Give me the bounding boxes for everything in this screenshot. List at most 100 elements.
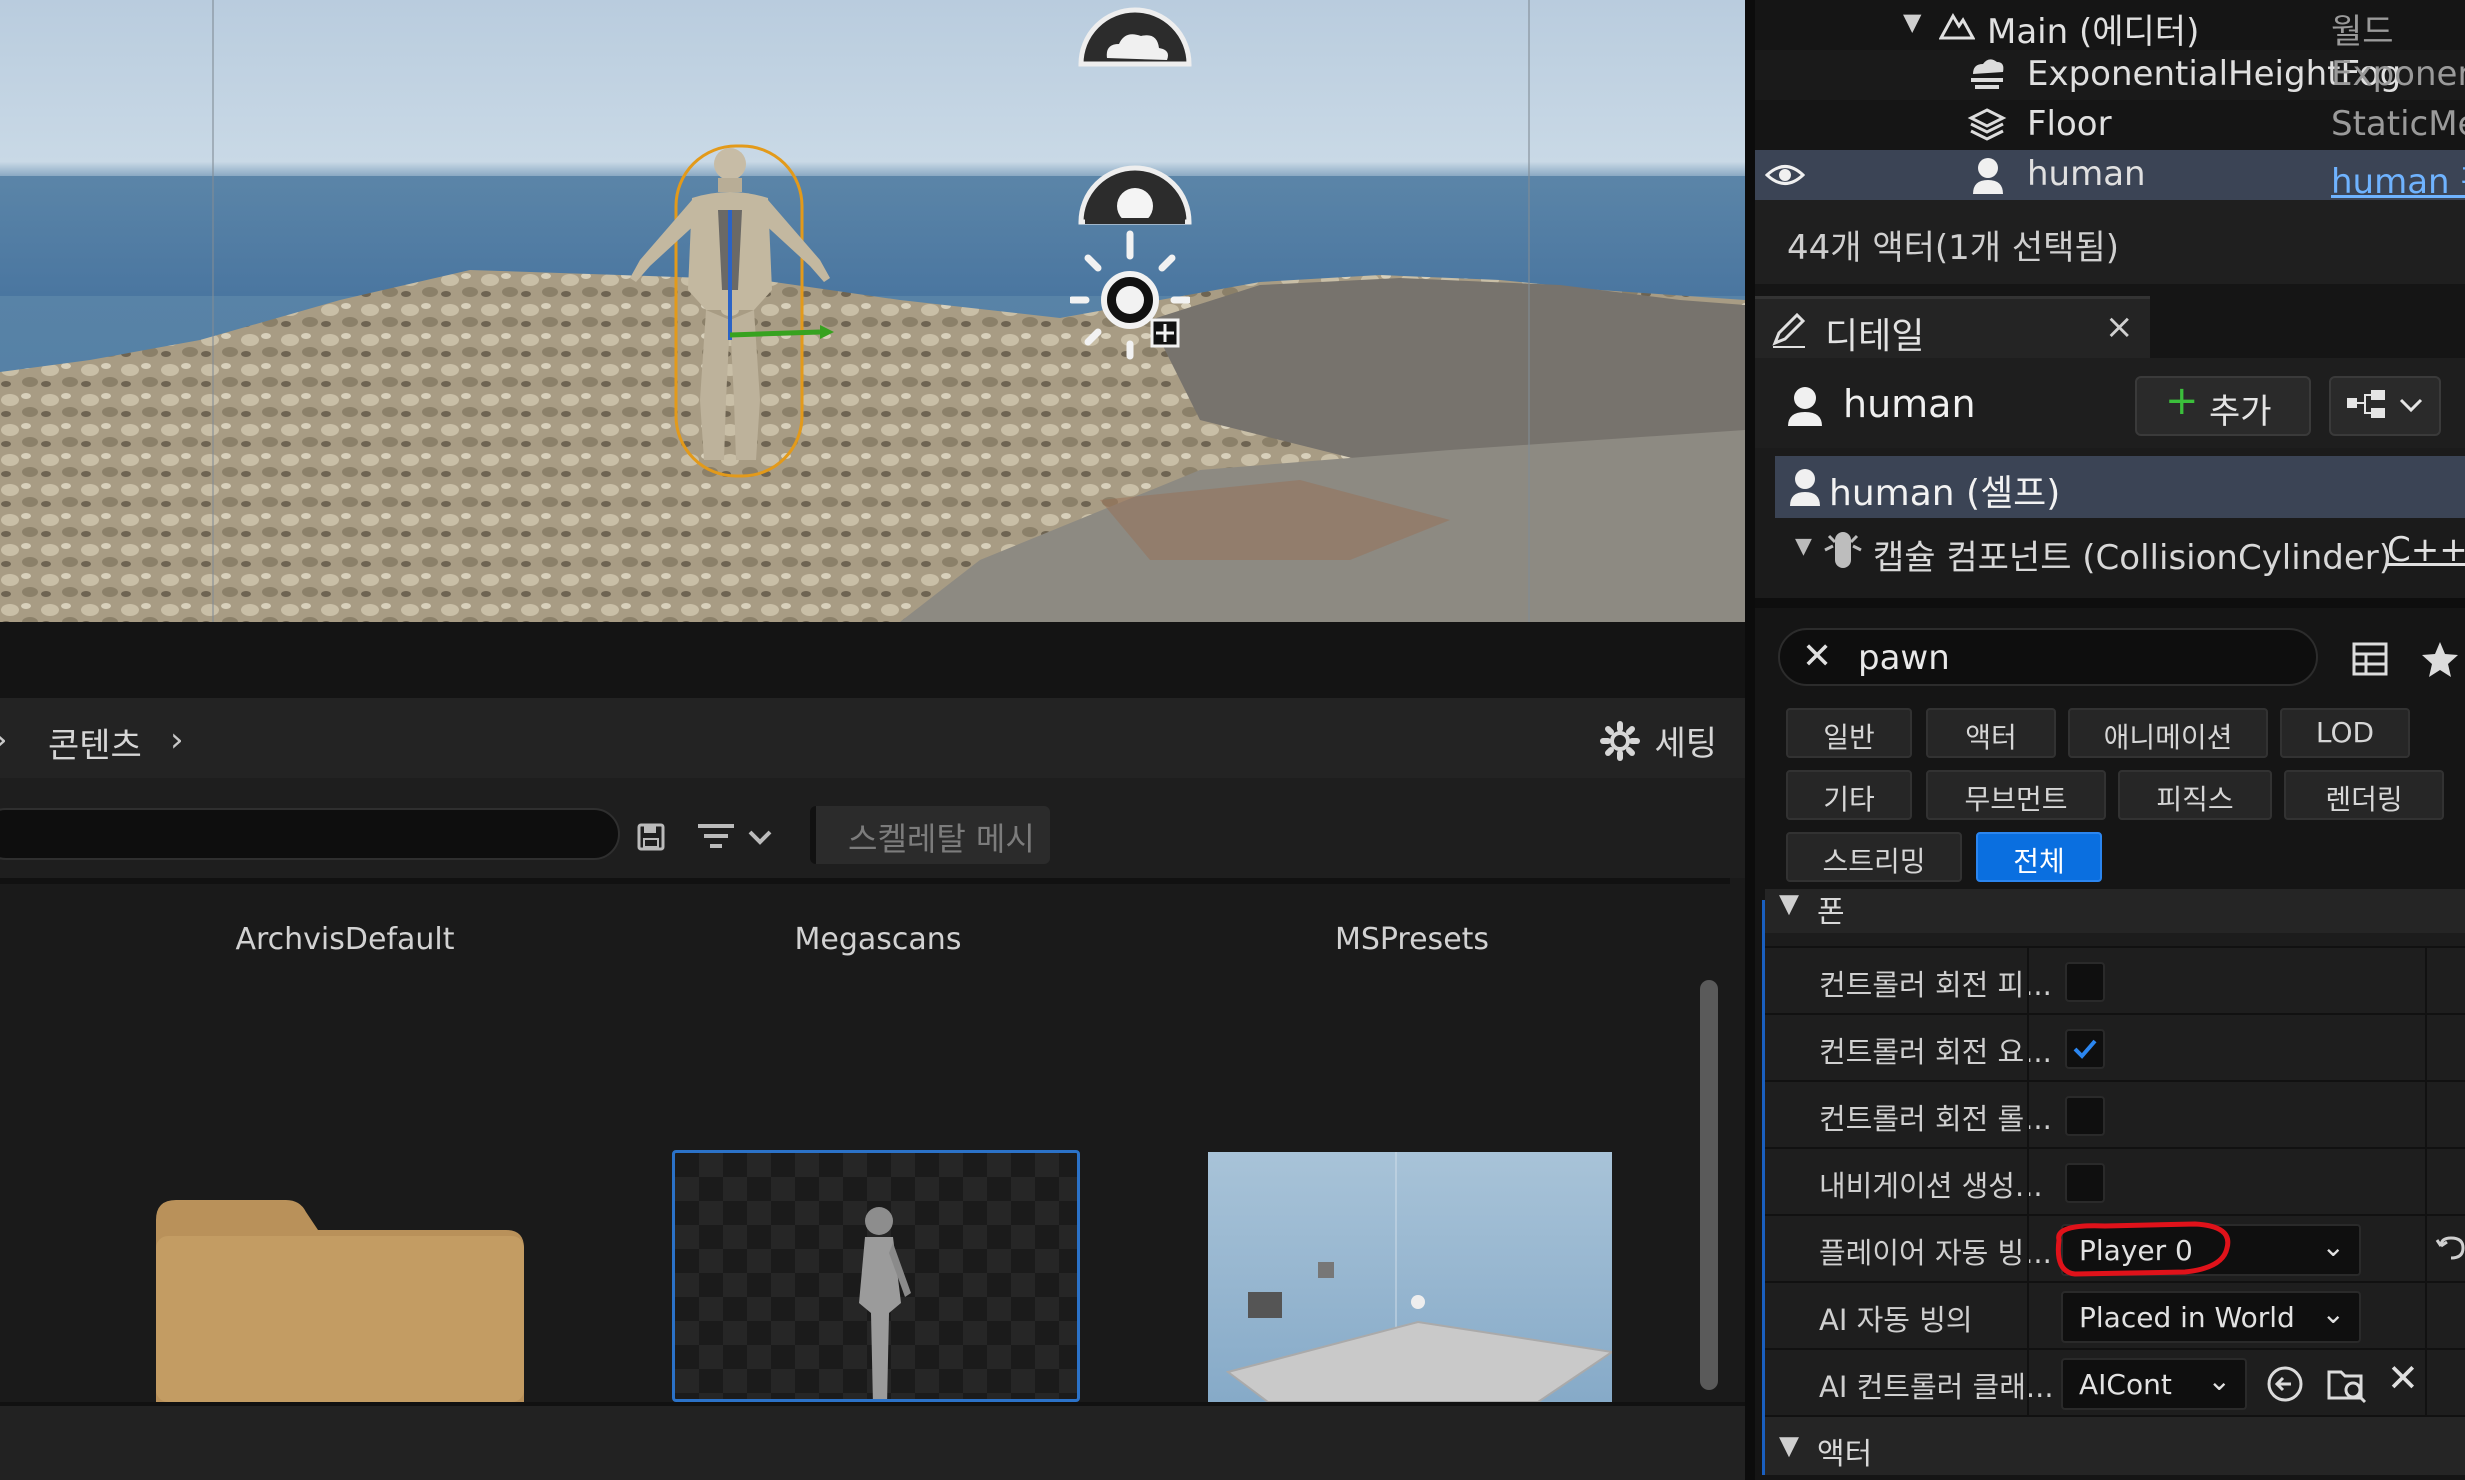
prop-label: 플레이어 자동 빙...: [1819, 1236, 2052, 1270]
grid-line: [212, 0, 214, 622]
auto-possess-ai-dropdown[interactable]: Placed in World ⌄: [2061, 1291, 2361, 1343]
outliner-type: 월드: [2331, 12, 2394, 52]
settings-button[interactable]: 세팅: [1600, 716, 1717, 765]
plus-icon: +: [2165, 378, 2199, 424]
highlight-annotation: [2055, 1221, 2231, 1277]
static-mesh-icon: [1967, 108, 2007, 141]
mspresets-thumbnail[interactable]: [1208, 1152, 1612, 1402]
component-self-label: human (셀프): [1829, 473, 2061, 514]
save-icon[interactable]: [636, 822, 666, 852]
human-actor[interactable]: [620, 140, 860, 480]
chevron-down-icon: ⌄: [2207, 1364, 2231, 1397]
capsule-type-link[interactable]: C++: [2387, 530, 2465, 570]
asset-label: Megascans: [794, 922, 962, 957]
clear-icon[interactable]: ✕: [2387, 1356, 2419, 1400]
details-tab[interactable]: 디테일 ×: [1755, 296, 2150, 358]
component-capsule[interactable]: ▼ 캡슐 컴포넌트 (CollisionCylinder) C++: [1795, 524, 2465, 580]
section-pawn[interactable]: ▼ 폰: [1765, 889, 2465, 933]
dropdown-value: Placed in World: [2079, 1301, 2295, 1334]
checkbox[interactable]: [2065, 1096, 2105, 1136]
prop-use-controller-rotation-yaw: 컨트롤러 회전 요...: [1765, 1013, 2465, 1082]
prop-label: 컨트롤러 회전 피...: [1819, 968, 2052, 1002]
close-icon[interactable]: ×: [2105, 307, 2134, 347]
pawn-icon: [1790, 469, 1820, 506]
reset-arrow-icon[interactable]: [2435, 1234, 2465, 1264]
category-actor[interactable]: 액터: [1926, 708, 2056, 758]
add-label: 추가: [2209, 392, 2272, 432]
add-component-button[interactable]: + 추가: [2135, 376, 2311, 436]
category-animation[interactable]: 애니메이션: [2068, 708, 2268, 758]
rocky-terrain: [0, 270, 1745, 622]
filter-icon[interactable]: [696, 820, 776, 856]
breadcrumb-content[interactable]: 콘텐츠: [48, 718, 142, 767]
outliner-row-fog[interactable]: ExponentialHeightFog ExponentialHeightFo…: [1755, 50, 2465, 100]
megascans-thumbnail[interactable]: [672, 1150, 1080, 1402]
scrollbar[interactable]: [1700, 980, 1718, 1390]
prop-label: AI 자동 빙의: [1819, 1303, 1973, 1337]
expand-arrow-icon[interactable]: ▼: [1903, 8, 1921, 36]
filter-chip-skeletal-mesh[interactable]: 스켈레탈 메시: [810, 806, 1050, 864]
category-all[interactable]: 전체: [1976, 832, 2102, 882]
splitter[interactable]: [1755, 598, 2465, 608]
fog-icon: [1971, 59, 2004, 89]
category-movement[interactable]: 무브먼트: [1926, 770, 2106, 820]
settings-label: 세팅: [1654, 724, 1717, 764]
chevron-down-icon: ⌄: [2321, 1230, 2345, 1263]
outliner-type-link[interactable]: human 편집: [2331, 154, 2465, 203]
category-lod[interactable]: LOD: [2280, 708, 2410, 758]
grid-line: [1528, 0, 1530, 622]
folder-icon[interactable]: [156, 1200, 524, 1402]
checkbox-checked[interactable]: [2065, 1029, 2105, 1069]
section-actor[interactable]: ▼ 액터: [1765, 1415, 2465, 1475]
capsule-label: 캡슐 컴포넌트 (CollisionCylinder): [1873, 538, 2392, 578]
component-tree: human (셀프) ▼ 캡슐 컴포넌트 (CollisionCylinder)…: [1755, 448, 2465, 608]
use-selected-icon[interactable]: [2265, 1364, 2305, 1404]
asset-search-input[interactable]: [0, 808, 620, 860]
category-rendering[interactable]: 렌더링: [2284, 770, 2444, 820]
outliner-type: ExponentialHeightFog: [2331, 54, 2465, 94]
category-misc[interactable]: 기타: [1786, 770, 1912, 820]
pawn-properties: ▼ 폰 컨트롤러 회전 피... 컨트롤러 회전 요... 컨트롤러 회전 롤.…: [1762, 889, 2465, 1475]
outliner-name: Main (에디터): [1987, 12, 2200, 52]
outliner-row-world[interactable]: ▼ Main (에디터) 월드: [1755, 0, 2465, 52]
content-browser-footer: [0, 1402, 1745, 1480]
dropdown-value: AICont: [2079, 1368, 2172, 1401]
content-browser-header: › 콘텐츠 › 세팅: [0, 698, 1745, 778]
ai-controller-class-dropdown[interactable]: AICont ⌄: [2061, 1358, 2247, 1410]
prop-ai-controller-class: AI 컨트롤러 클래... AICont ⌄ ✕: [1765, 1348, 2465, 1417]
atmosphere-icon[interactable]: [1075, 156, 1195, 228]
prop-navigation-generation: 내비게이션 생성...: [1765, 1147, 2465, 1216]
category-physics[interactable]: 피직스: [2118, 770, 2272, 820]
chevron-right-icon[interactable]: ›: [0, 720, 8, 760]
prop-auto-possess-ai: AI 자동 빙의 Placed in World ⌄: [1765, 1281, 2465, 1350]
outliner-row-human-selected[interactable]: human human 편집: [1755, 150, 2465, 203]
category-general[interactable]: 일반: [1786, 708, 1912, 758]
asset-label: ArchvisDefault: [235, 922, 455, 957]
outliner-status: 44개 액터(1개 선택됨): [1755, 200, 2465, 284]
outliner-row-floor[interactable]: Floor StaticMeshActor: [1755, 100, 2465, 150]
details-search-input[interactable]: ✕ pawn: [1778, 628, 2318, 686]
level-viewport[interactable]: [0, 0, 1745, 622]
content-browser-toolbar: 스켈레탈 메시: [0, 778, 1745, 878]
directional-light-icon[interactable]: [1070, 224, 1190, 364]
chevron-right-icon[interactable]: ›: [170, 720, 184, 760]
blueprint-button[interactable]: [2329, 376, 2441, 436]
collapse-arrow-icon[interactable]: ▼: [1779, 889, 1799, 919]
table-view-icon[interactable]: [2352, 642, 2388, 676]
hierarchy-icon: [2347, 390, 2423, 418]
collapse-arrow-icon[interactable]: ▼: [1779, 1431, 1799, 1461]
expand-arrow-icon[interactable]: ▼: [1795, 534, 1812, 559]
category-streaming[interactable]: 스트리밍: [1786, 832, 1962, 882]
outliner-type: StaticMeshActor: [2331, 104, 2465, 144]
component-self[interactable]: human (셀프): [1775, 456, 2465, 518]
star-icon[interactable]: [2420, 640, 2460, 678]
preview-scene: [1225, 1152, 1612, 1402]
clear-search-icon[interactable]: ✕: [1802, 636, 1832, 677]
browse-icon[interactable]: [2325, 1362, 2369, 1406]
eye-icon[interactable]: [1765, 160, 1805, 190]
checkbox[interactable]: [2065, 962, 2105, 1002]
selected-actor-name: human: [1843, 382, 1976, 426]
sky-light-icon[interactable]: [1075, 6, 1195, 68]
checkbox[interactable]: [2065, 1163, 2105, 1203]
section-actor-label: 액터: [1817, 1437, 1873, 1472]
